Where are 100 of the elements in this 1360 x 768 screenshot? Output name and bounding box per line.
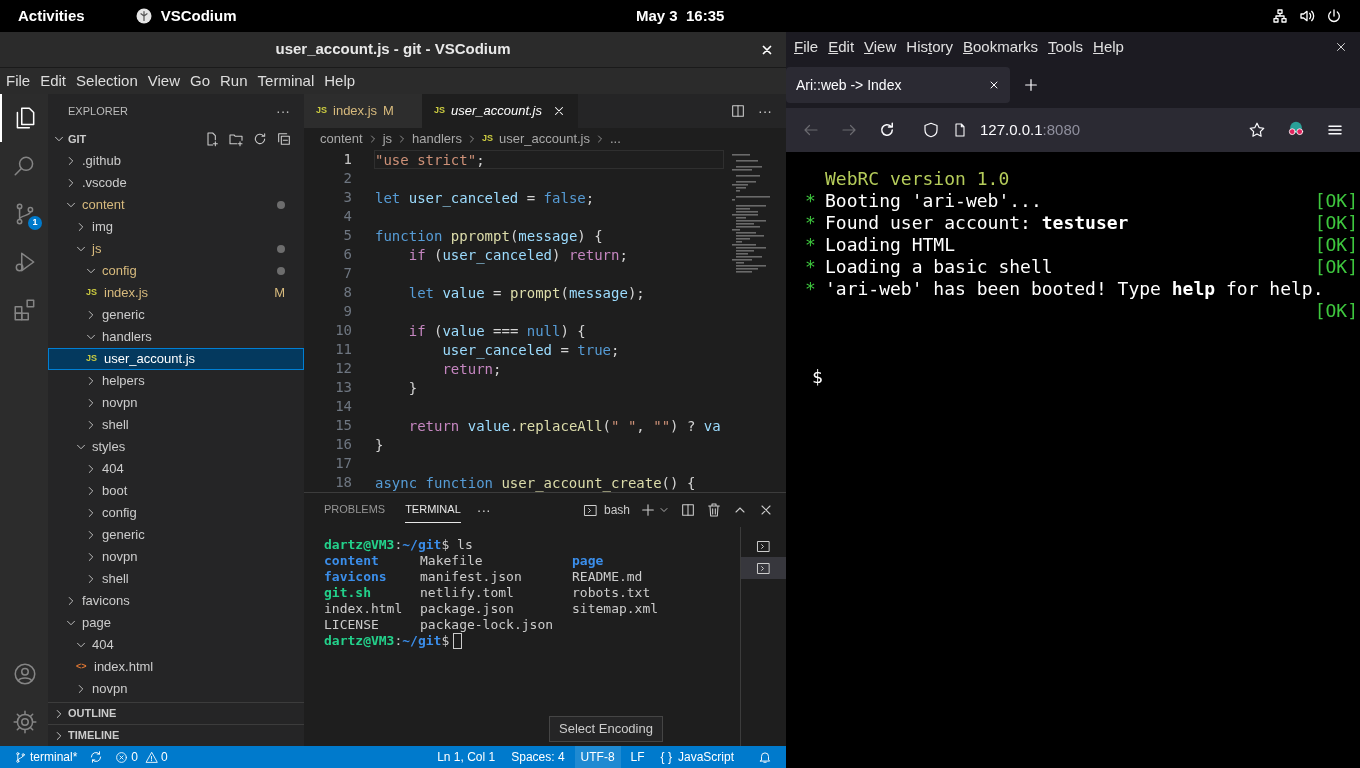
menu-item[interactable]: File <box>2 69 35 93</box>
app-name[interactable]: VSCodium <box>160 4 237 28</box>
document-row[interactable]: JS user_account.js <box>48 348 304 370</box>
breadcrumb-item[interactable]: handlers <box>412 129 462 149</box>
menu-item[interactable]: Run <box>216 69 252 93</box>
star-icon[interactable] <box>1248 121 1266 139</box>
menu-item[interactable]: View <box>860 35 901 59</box>
menu-item[interactable]: Tools <box>1044 35 1088 59</box>
breadcrumb-item[interactable]: JS user_account.js <box>481 129 590 149</box>
status-item[interactable]: LF <box>624 746 651 768</box>
close-icon[interactable] <box>552 104 566 118</box>
cursor[interactable] <box>453 633 463 649</box>
trash-icon[interactable] <box>706 502 722 518</box>
source-control-button[interactable]: 1 <box>0 190 48 238</box>
folder-row[interactable]: .vscode <box>48 172 304 194</box>
problems-status[interactable]: 0 0 <box>111 748 172 766</box>
menu-item[interactable]: Help <box>1089 35 1128 59</box>
menu-item[interactable]: Terminal <box>253 69 319 93</box>
folder-row[interactable]: shell <box>48 568 304 590</box>
folder-row[interactable]: config <box>48 502 304 524</box>
folder-row[interactable]: boot <box>48 480 304 502</box>
panel-tab[interactable]: TERMINAL <box>405 497 461 523</box>
folder-row[interactable]: handlers <box>48 326 304 348</box>
split-terminal-icon[interactable] <box>680 502 696 518</box>
line-number: 8 <box>343 283 352 302</box>
reload-icon[interactable] <box>878 121 896 139</box>
menu-item[interactable]: View <box>143 69 184 93</box>
clock[interactable]: May 3 16:35 <box>636 4 725 28</box>
url-field[interactable]: 127.0.0.1:8080 <box>980 118 1081 142</box>
section-header[interactable]: OUTLINE <box>48 702 304 724</box>
split-editor-icon[interactable] <box>730 103 746 119</box>
folder-row[interactable]: img <box>48 216 304 238</box>
menu-item[interactable]: File <box>790 35 823 59</box>
new-file-icon[interactable] <box>204 131 220 147</box>
document-row[interactable]: JS index.js M <box>48 282 304 304</box>
page-icon[interactable] <box>952 122 968 138</box>
folder-row[interactable]: .github <box>48 150 304 172</box>
folder-row[interactable]: favicons <box>48 590 304 612</box>
code-line: if (user_canceled) return; <box>407 246 629 264</box>
sync-icon[interactable] <box>89 750 104 764</box>
network-icon[interactable] <box>1272 8 1288 24</box>
panel-tab[interactable]: PROBLEMS <box>324 497 386 523</box>
breadcrumb-item[interactable]: js <box>382 129 393 149</box>
branch-status[interactable]: terminal* <box>10 748 82 766</box>
status-item[interactable]: UTF-8 <box>574 746 621 768</box>
more-button[interactable]: ··· <box>476 499 491 521</box>
terminal-list-item[interactable] <box>741 557 786 579</box>
power-icon[interactable] <box>1326 8 1342 24</box>
close-icon[interactable] <box>1334 40 1348 54</box>
git-status-letter: M <box>383 102 394 121</box>
breadcrumb-item[interactable]: content <box>320 129 363 149</box>
folder-row[interactable]: generic <box>48 304 304 326</box>
folder-row[interactable]: shell <box>48 414 304 436</box>
browser-tab[interactable]: Ari::web -> Index <box>786 67 1010 103</box>
refresh-icon[interactable] <box>252 131 268 147</box>
new-tab-icon[interactable] <box>1023 77 1039 93</box>
shield-icon[interactable] <box>922 121 940 139</box>
status-item[interactable]: Ln 1, Col 1 <box>431 746 502 768</box>
menu-item[interactable]: Selection <box>72 69 142 93</box>
editor-tab[interactable]: JS index.js M <box>304 94 422 128</box>
volume-icon[interactable] <box>1299 8 1315 24</box>
file-name: manifest.json <box>420 569 522 584</box>
line-number: 2 <box>343 169 352 188</box>
menu-item[interactable]: Edit <box>824 35 859 59</box>
bell-icon[interactable] <box>758 750 772 764</box>
file-type-icon: JS <box>86 352 100 366</box>
line-number: 3 <box>343 188 352 207</box>
status-item[interactable]: { } JavaScript <box>654 746 740 768</box>
folder-row[interactable]: 404 <box>48 634 304 656</box>
menu-item[interactable]: History <box>902 35 957 59</box>
code-line: if (value === null) { <box>407 322 587 340</box>
folder-row[interactable]: page <box>48 612 304 634</box>
collapse-icon[interactable] <box>276 131 292 147</box>
more-button[interactable]: ··· <box>276 100 290 122</box>
folder-row[interactable]: content <box>48 194 304 216</box>
close-icon[interactable] <box>988 79 1000 91</box>
new-terminal-icon[interactable] <box>640 502 656 518</box>
folder-row[interactable]: novpn <box>48 678 304 700</box>
status-item[interactable]: Spaces: 4 <box>505 746 571 768</box>
folder-row[interactable]: 404 <box>48 458 304 480</box>
folder-row[interactable]: helpers <box>48 370 304 392</box>
activities-button[interactable]: Activities <box>18 4 85 28</box>
folder-row[interactable]: generic <box>48 524 304 546</box>
document-row[interactable]: <> index.html <box>48 656 304 678</box>
more-button[interactable]: ··· <box>758 100 772 122</box>
folder-row[interactable]: config <box>48 260 304 282</box>
menu-item[interactable]: Help <box>320 69 360 93</box>
folder-row[interactable]: novpn <box>48 392 304 414</box>
breadcrumb-item[interactable]: ... <box>610 129 621 149</box>
status-label: [OK] <box>1314 190 1358 212</box>
folder-row[interactable]: styles <box>48 436 304 458</box>
new-folder-icon[interactable] <box>228 131 244 147</box>
menu-item[interactable]: Bookmarks <box>959 35 1043 59</box>
menu-item[interactable]: Edit <box>36 69 71 93</box>
menu-item[interactable]: Go <box>186 69 214 93</box>
folder-row[interactable]: novpn <box>48 546 304 568</box>
folder-row[interactable]: js <box>48 238 304 260</box>
terminal-profile[interactable]: bash <box>582 501 630 519</box>
editor-tab[interactable]: JS user_account.js <box>421 94 578 128</box>
folder-header[interactable]: GIT <box>48 128 304 150</box>
